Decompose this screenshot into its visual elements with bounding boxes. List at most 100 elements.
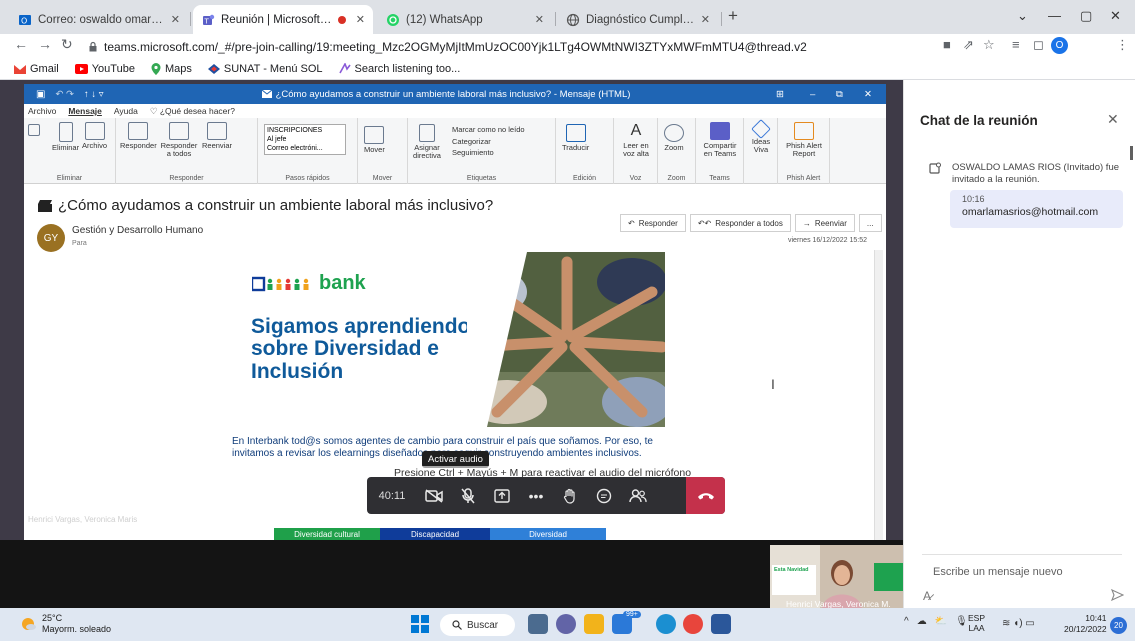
page-scrollbar[interactable] — [1130, 146, 1133, 160]
mic-off-button[interactable] — [451, 477, 485, 514]
ribbon-group-responder: Responder Responder a todos Reenviar Res… — [116, 118, 258, 184]
windows-taskbar: 25°C Mayorm. soleado Buscar 99+ ^ ☁ ⛅ 🎙 … — [0, 608, 1135, 641]
map-pin-icon — [151, 62, 161, 75]
policy-button: Asignar directiva — [412, 124, 442, 161]
taskbar-search[interactable]: Buscar — [440, 614, 515, 636]
taskbar-clock[interactable]: 10:41 20/12/2022 — [1064, 613, 1107, 634]
mic-off-icon — [461, 487, 475, 503]
chat-message-input[interactable]: Escribe un mensaje nuevo — [933, 566, 1063, 578]
chevron-up-icon[interactable]: ^ — [904, 616, 909, 627]
svg-text:T: T — [204, 17, 210, 25]
language-indicator[interactable]: ESP LAA — [968, 613, 985, 633]
bookmark-sunat[interactable]: SUNAT - Menú SOL — [207, 63, 323, 75]
camera-indicator-icon[interactable]: ■ — [943, 37, 951, 52]
category-cultural: Diversidad cultural — [274, 528, 380, 540]
notification-badge[interactable]: 20 — [1110, 617, 1127, 634]
reload-icon[interactable]: ↻ — [61, 36, 73, 53]
camera-off-button[interactable] — [417, 477, 451, 514]
wifi-volume-battery-icon[interactable]: ≋ ◖) ▭ — [1002, 618, 1035, 629]
category-discapacidad: Discapacidad — [380, 528, 490, 540]
profile-avatar[interactable]: O — [1051, 37, 1068, 54]
participants-button[interactable] — [621, 477, 655, 514]
tab-correo[interactable]: O Correo: oswaldo omar lamas rios ✕ — [10, 5, 188, 34]
undo-icon: ↶ ↷ — [55, 88, 75, 100]
word-icon[interactable] — [711, 614, 731, 634]
tab-diagnostico[interactable]: Diagnóstico Cumplimiento Ley 2 ✕ — [558, 5, 718, 34]
ribbon-group-voz: A Leer en voz alta Voz — [614, 118, 658, 184]
clapperboard-icon — [38, 199, 52, 212]
more-button: ... — [858, 214, 882, 232]
bookmark-youtube[interactable]: YouTube — [74, 63, 135, 75]
tab-whatsapp[interactable]: (12) WhatsApp ✕ — [378, 5, 552, 34]
bookmark-gmail[interactable]: Gmail — [14, 63, 59, 75]
onedrive-icon[interactable]: ⛅ — [935, 616, 947, 627]
bookmark-search-listening[interactable]: Search listening too... — [338, 63, 460, 75]
hands-together-photo — [467, 252, 665, 427]
kebab-menu-icon[interactable]: ⋮ — [1116, 37, 1129, 53]
youtube-icon — [74, 63, 88, 74]
send-button[interactable] — [1111, 589, 1124, 601]
maximize-button[interactable]: ▢ — [1080, 8, 1092, 24]
ribbon-group-etiquetas: Asignar directiva Marcar como no leído C… — [408, 118, 556, 184]
presenter-label: Henrici Vargas, Veronica Maris — [28, 515, 138, 524]
windows-start-icon[interactable] — [411, 615, 429, 633]
move-button: Mover — [364, 126, 385, 154]
weather-widget[interactable]: 25°C Mayorm. soleado — [20, 613, 111, 636]
close-icon[interactable]: ✕ — [356, 13, 365, 26]
close-icon[interactable]: ✕ — [701, 13, 710, 26]
more-actions-button[interactable]: ••• — [519, 477, 553, 514]
send-icon — [1111, 589, 1124, 601]
close-icon[interactable]: ✕ — [171, 13, 180, 26]
format-icon[interactable]: A̷ — [923, 589, 931, 603]
file-explorer-icon[interactable] — [584, 614, 604, 634]
new-tab-button[interactable]: + — [728, 6, 738, 26]
share-screen-button[interactable] — [485, 477, 519, 514]
globe-icon — [566, 13, 580, 27]
tab-title: Correo: oswaldo omar lamas rios — [38, 13, 165, 26]
close-chat-button[interactable]: ✕ — [1107, 111, 1119, 128]
cloud-icon[interactable]: ☁ — [917, 616, 927, 627]
bookmarks-bar: Gmail YouTube Maps SUNAT - Menú SOL Sear… — [0, 58, 1135, 80]
outlook-title-bar: ▣ ↶ ↷ ↑ ↓ ▿ ¿Cómo ayudamos a construir u… — [24, 84, 886, 104]
participant-added-icon — [929, 162, 941, 174]
chevron-down-icon[interactable]: ⌄ — [1017, 8, 1028, 24]
message-date: viernes 16/12/2022 15:52 — [788, 237, 868, 244]
minimize-button[interactable]: — — [1048, 8, 1061, 23]
ribbon-group-phish: Phish Alert Report Phish Alert — [778, 118, 830, 184]
meeting-chat-panel: Chat de la reunión ✕ OSWALDO LAMAS RIOS … — [903, 80, 1135, 608]
microphone-icon[interactable]: 🎙 — [955, 616, 968, 627]
tab-teams[interactable]: T Reunión | Microsoft Teams ✕ — [193, 5, 373, 34]
back-arrow-icon[interactable]: ← — [14, 36, 28, 52]
hang-up-button[interactable] — [686, 477, 725, 514]
edge-icon[interactable] — [656, 614, 676, 634]
phish-alert-button: Phish Alert Report — [782, 122, 826, 159]
chat-button[interactable] — [587, 477, 621, 514]
teams-chat-icon[interactable] — [556, 614, 576, 634]
star-icon[interactable]: ☆ — [983, 37, 995, 53]
hand-icon — [563, 488, 575, 504]
close-window-button[interactable]: ✕ — [1110, 8, 1121, 24]
ribbon-group-mover: Mover Mover — [358, 118, 408, 184]
bookmark-maps[interactable]: Maps — [151, 62, 192, 75]
chat-message[interactable]: 10:16 omarlamasrios@hotmail.com — [950, 190, 1123, 228]
task-view-icon[interactable] — [528, 614, 548, 634]
browser-tab-strip: O Correo: oswaldo omar lamas rios ✕ T Re… — [0, 0, 1135, 34]
self-banner-text: Esta Navidad — [774, 567, 809, 573]
reading-list-icon[interactable]: ≡ — [1012, 37, 1020, 52]
reply-icon: ↶ — [628, 218, 635, 228]
gmail-icon — [14, 64, 26, 74]
raise-hand-button[interactable] — [553, 477, 587, 514]
side-panel-icon[interactable]: ◻ — [1033, 37, 1044, 53]
tab-title: Reunión | Microsoft Teams — [221, 13, 332, 26]
chrome-icon[interactable] — [683, 614, 703, 634]
forward-button: Reenviar — [202, 122, 232, 150]
chat-divider — [922, 554, 1122, 555]
camera-off-icon — [425, 488, 443, 503]
address-bar[interactable]: teams.microsoft.com/_#/pre-join-calling/… — [84, 36, 934, 57]
reply-all-icon: ↶↶ — [697, 218, 712, 228]
close-icon[interactable]: ✕ — [535, 13, 544, 26]
message-actions: ↶ Responder ↶↶ Responder a todos → Reenviar… — [620, 214, 882, 232]
archive-button: Archivo — [82, 122, 107, 150]
forward-arrow-icon[interactable]: → — [38, 36, 52, 52]
share-icon[interactable]: ⇗ — [963, 37, 974, 53]
